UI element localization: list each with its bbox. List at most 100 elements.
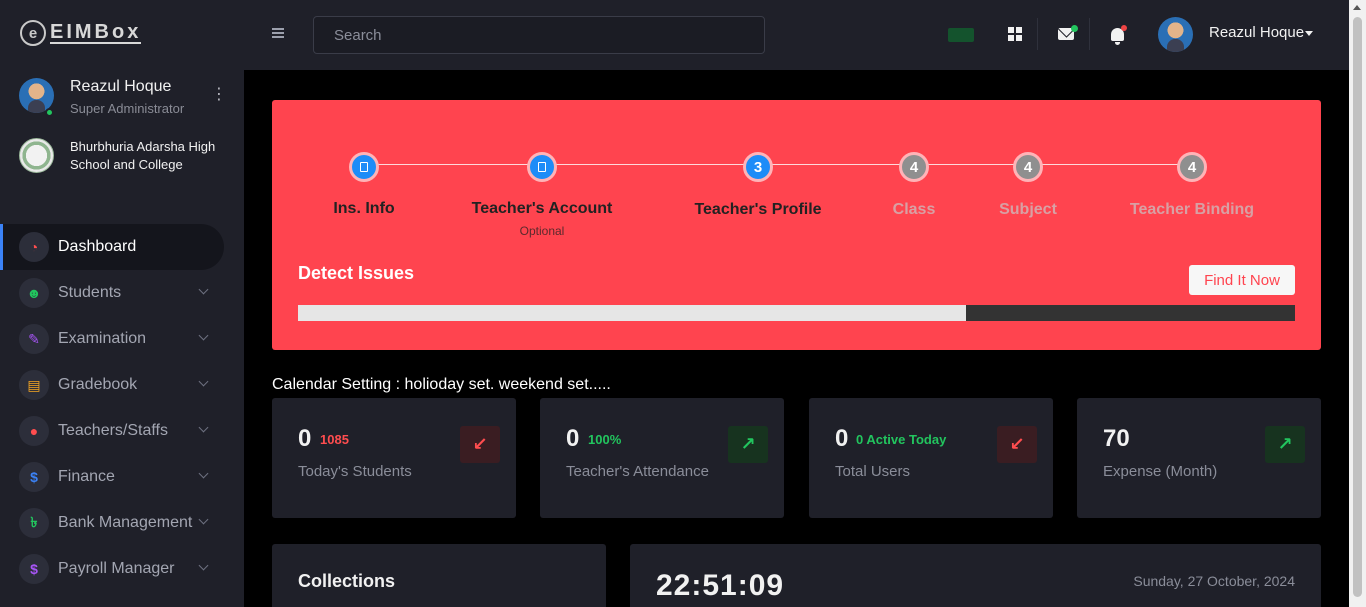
stat-label: Expense (Month) xyxy=(1103,463,1218,480)
sidebar-item-label: Gradebook xyxy=(58,376,138,393)
dashboard-gauge-icon: ◔ xyxy=(19,232,49,262)
step-sublabel: Optional xyxy=(519,224,565,238)
sidebar: e EIMBox Reazul Hoque Super Administrato… xyxy=(0,0,244,607)
sidebar-item-label: Finance xyxy=(58,468,115,485)
topbar: Reazul Hoque xyxy=(244,0,1349,70)
sidebar-item-gradebook[interactable]: ▤ Gradebook xyxy=(0,362,244,408)
setup-progress-bar xyxy=(298,305,1295,321)
trend-down-icon: ↙ xyxy=(997,426,1037,463)
step-1-icon[interactable] xyxy=(349,152,379,182)
school-logo xyxy=(19,138,54,173)
step-6-indicator[interactable]: 4 xyxy=(1177,152,1207,182)
user-icon: ● xyxy=(19,416,49,446)
stat-value: 70 xyxy=(1103,425,1130,452)
stat-value: 0 xyxy=(835,425,849,452)
sidebar-item-label: Teachers/Staffs xyxy=(58,422,168,439)
sidebar-item-label: Examination xyxy=(58,330,147,347)
sidebar-item-payroll-manager[interactable]: $ Payroll Manager xyxy=(0,546,244,592)
caret-down-icon[interactable] xyxy=(1305,31,1313,36)
step-label: Subject xyxy=(999,201,1057,218)
chevron-down-icon xyxy=(198,284,209,295)
calendar-setting-notice[interactable]: Calendar Setting : holioday set. weekend… xyxy=(272,376,611,394)
step-label: Teacher Binding xyxy=(1129,201,1255,218)
chevron-down-icon xyxy=(198,514,209,525)
scroll-thumb[interactable] xyxy=(1353,17,1362,597)
sidebar-item-bank-management[interactable]: ৳ Bank Management xyxy=(0,500,244,546)
document-icon: ▤ xyxy=(19,370,49,400)
logo-text: EIMBox xyxy=(50,21,142,44)
taka-icon: ৳ xyxy=(19,508,49,538)
stat-label: Today's Students xyxy=(298,463,412,480)
step-label: Teacher's Profile xyxy=(694,201,822,218)
trend-up-icon: ↗ xyxy=(1265,426,1305,463)
school-name: Bhurbhuria Adarsha High School and Colle… xyxy=(70,139,216,172)
step-3-indicator[interactable]: 3 xyxy=(743,152,773,182)
step-2-icon[interactable] xyxy=(527,152,557,182)
main-content: Ins. Info Teacher's Account Optional 3 T… xyxy=(244,70,1349,607)
stat-meta: 100% xyxy=(588,432,622,447)
stat-card-students[interactable]: 0 1085 Today's Students ↙ xyxy=(272,398,516,518)
sidebar-nav: ◔ Dashboard ☻ Students ✎ Examination ▤ G… xyxy=(0,224,244,592)
menu-toggle-icon[interactable] xyxy=(272,28,284,38)
step-label: Ins. Info xyxy=(333,200,395,217)
stat-meta: 0 Active Today xyxy=(856,432,947,447)
user-menu-name[interactable]: Reazul Hoque xyxy=(1209,24,1304,41)
clock-time: 22:51:09 xyxy=(656,569,785,602)
stat-value: 0 xyxy=(298,425,312,452)
stat-card-teacher-attendance[interactable]: 0 100% Teacher's Attendance ↗ xyxy=(540,398,784,518)
stepper-line xyxy=(364,164,1194,165)
scroll-up-arrow-icon[interactable] xyxy=(1353,5,1361,10)
sidebar-item-teachers-staffs[interactable]: ● Teachers/Staffs xyxy=(0,408,244,454)
notification-dot xyxy=(1121,25,1127,31)
step-label: Class xyxy=(892,201,936,218)
sidebar-item-students[interactable]: ☻ Students xyxy=(0,270,244,316)
step-4-indicator[interactable]: 4 xyxy=(899,152,929,182)
students-icon: ☻ xyxy=(19,278,49,308)
stat-card-total-users[interactable]: 0 0 Active Today Total Users ↙ xyxy=(809,398,1053,518)
trend-down-icon: ↙ xyxy=(460,426,500,463)
clock-panel: 22:51:09 Sunday, 27 October, 2024 xyxy=(630,544,1321,607)
user-avatar[interactable] xyxy=(1158,17,1193,52)
school-info: Bhurbhuria Adarsha High School and Colle… xyxy=(19,138,234,178)
step-5-indicator[interactable]: 4 xyxy=(1013,152,1043,182)
sidebar-item-label: Students xyxy=(58,284,122,301)
divider xyxy=(1089,18,1090,50)
collections-panel: Collections xyxy=(272,544,606,607)
stat-value: 0 xyxy=(566,425,580,452)
chevron-down-icon xyxy=(198,468,209,479)
online-status-icon xyxy=(45,108,54,117)
pen-icon: ✎ xyxy=(19,324,49,354)
sidebar-item-examination[interactable]: ✎ Examination xyxy=(0,316,244,362)
step-label: Teacher's Account xyxy=(471,200,613,217)
find-it-now-button[interactable]: Find It Now xyxy=(1189,265,1295,295)
profile-name: Reazul Hoque xyxy=(70,78,172,95)
mail-icon[interactable] xyxy=(1054,22,1078,46)
stat-label: Teacher's Attendance xyxy=(566,463,709,480)
notification-dot xyxy=(1071,25,1078,32)
stat-label: Total Users xyxy=(835,463,911,480)
progress-fill xyxy=(298,305,966,321)
clock-date: Sunday, 27 October, 2024 xyxy=(1133,573,1295,589)
sidebar-item-label: Bank Management xyxy=(58,514,193,531)
chevron-down-icon xyxy=(198,560,209,571)
chevron-down-icon xyxy=(198,330,209,341)
stat-card-expense[interactable]: 70 Expense (Month) ↗ xyxy=(1077,398,1321,518)
sidebar-item-label: Payroll Manager xyxy=(58,560,175,577)
detect-issues-title: Detect Issues xyxy=(298,263,415,283)
stat-meta: 1085 xyxy=(320,432,349,447)
more-vertical-icon[interactable]: ⋮ xyxy=(211,86,227,104)
sidebar-item-finance[interactable]: $ Finance xyxy=(0,454,244,500)
divider xyxy=(1037,18,1038,50)
page-scrollbar[interactable] xyxy=(1349,0,1366,607)
app-logo[interactable]: e EIMBox xyxy=(20,20,142,46)
search-input[interactable] xyxy=(313,16,765,54)
sidebar-item-dashboard[interactable]: ◔ Dashboard xyxy=(0,224,224,270)
apps-grid-icon[interactable] xyxy=(1003,22,1027,46)
setup-wizard-panel: Ins. Info Teacher's Account Optional 3 T… xyxy=(272,100,1321,350)
collections-title: Collections xyxy=(298,571,396,591)
profile-role: Super Administrator xyxy=(70,101,185,116)
status-pill[interactable] xyxy=(948,28,974,42)
sidebar-profile: Reazul Hoque Super Administrator ⋮ xyxy=(19,78,234,118)
dollar-circle-icon: $ xyxy=(19,554,49,584)
bell-icon[interactable] xyxy=(1105,22,1129,46)
